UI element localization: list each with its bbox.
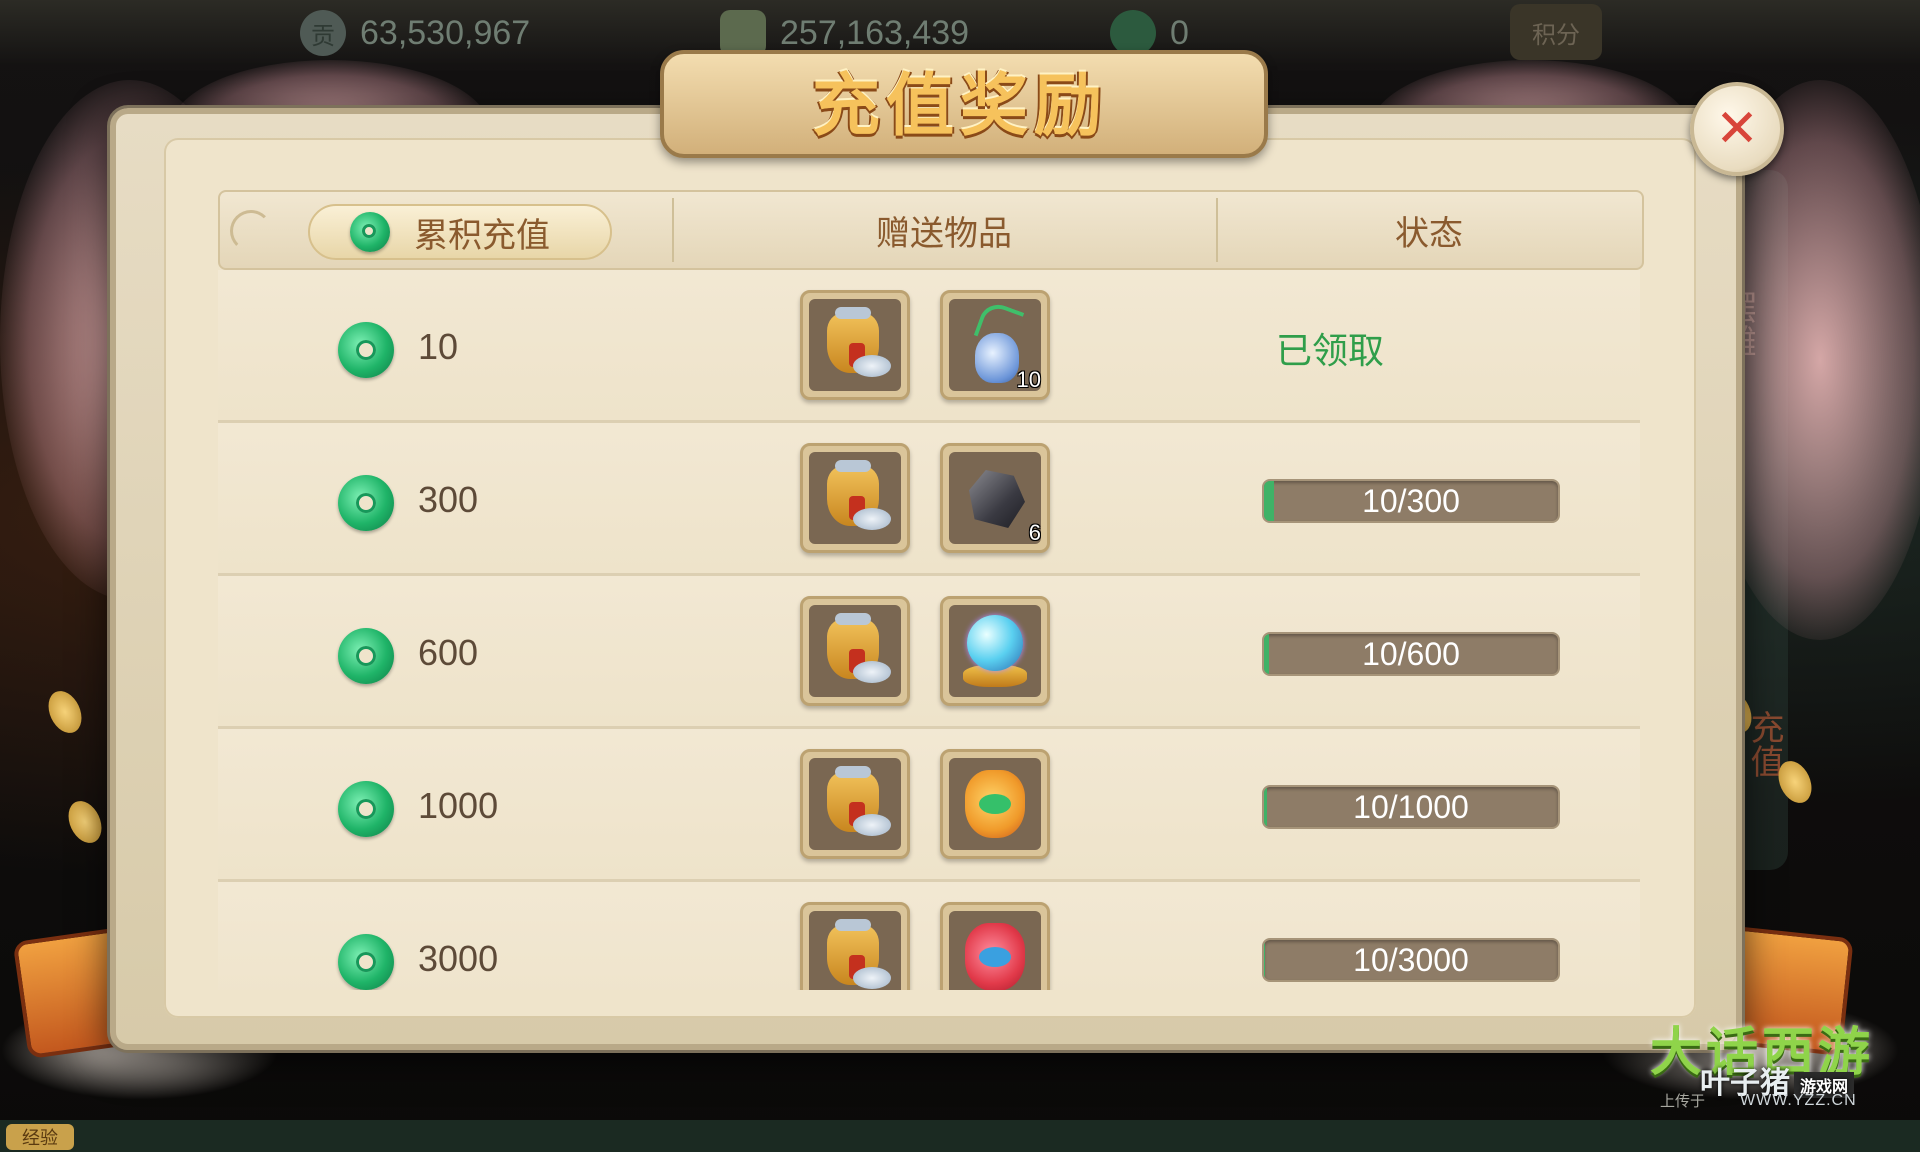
silver-money-bag-icon bbox=[809, 452, 901, 544]
jade-currency-icon bbox=[338, 781, 394, 837]
gift-items-header: 赠送物品 bbox=[672, 192, 1216, 268]
progress-bar: 10/3000 bbox=[1262, 938, 1560, 982]
recharge-amount: 10 bbox=[418, 326, 459, 367]
claimed-status: 已领取 bbox=[1276, 331, 1385, 372]
tribute-resource: 贡 63,530,967 bbox=[300, 8, 530, 58]
recharge-amount: 3000 bbox=[418, 938, 499, 979]
reward-item-slot[interactable] bbox=[940, 749, 1050, 859]
reward-row: 3000 10/3000 bbox=[218, 882, 1640, 990]
silver-money-bag-icon bbox=[809, 758, 901, 850]
cumulative-recharge-header: 累积充值 bbox=[308, 204, 612, 260]
reward-item-slot[interactable] bbox=[800, 749, 910, 859]
experience-label: 经验 bbox=[6, 1124, 74, 1150]
table-header: 累积充值 赠送物品 状态 bbox=[218, 190, 1644, 270]
silver-money-bag-icon bbox=[809, 299, 901, 391]
reward-item-slot[interactable] bbox=[800, 596, 910, 706]
dialog-title: 充值奖励 bbox=[811, 65, 1108, 146]
gift-items-label: 赠送物品 bbox=[876, 213, 1012, 254]
item-count: 10 bbox=[1016, 367, 1041, 392]
golden-lucky-bag-icon bbox=[949, 758, 1041, 850]
silver-money-bag-icon bbox=[809, 605, 901, 697]
tribute-amount: 63,530,967 bbox=[360, 13, 531, 52]
recharge-amount: 300 bbox=[418, 479, 479, 520]
jade-currency-icon bbox=[350, 212, 390, 252]
jade-currency-icon bbox=[338, 628, 394, 684]
reward-item-slot[interactable] bbox=[800, 902, 910, 990]
jade-currency-icon bbox=[338, 475, 394, 531]
score-button[interactable]: 积分 bbox=[1510, 4, 1602, 60]
silver-money-bag-icon bbox=[809, 911, 901, 990]
progress-text: 10/3000 bbox=[1353, 941, 1469, 978]
reward-item-slot[interactable] bbox=[940, 596, 1050, 706]
progress-text: 10/300 bbox=[1362, 482, 1460, 519]
experience-bar bbox=[0, 1120, 1920, 1152]
reward-item-slot[interactable]: 6 bbox=[940, 443, 1050, 553]
reward-list[interactable]: 10 10 已领取 300 6 10/300 600 10/600 1000 1… bbox=[218, 270, 1640, 990]
progress-bar: 10/600 bbox=[1262, 632, 1560, 676]
progress-bar: 10/300 bbox=[1262, 479, 1560, 523]
progress-text: 10/600 bbox=[1362, 635, 1460, 672]
recharge-amount: 1000 bbox=[418, 785, 499, 826]
upload-label: 上传于 bbox=[1660, 1092, 1706, 1110]
reward-item-slot[interactable] bbox=[800, 443, 910, 553]
cumulative-recharge-label: 累积充值 bbox=[414, 215, 550, 256]
jade-currency-icon bbox=[338, 934, 394, 990]
jade-currency-icon bbox=[338, 322, 394, 378]
reward-item-slot[interactable]: 10 bbox=[940, 290, 1050, 400]
black-ore-icon bbox=[949, 452, 1041, 544]
reward-item-slot[interactable] bbox=[800, 290, 910, 400]
status-label: 状态 bbox=[1395, 213, 1463, 254]
item-count: 6 bbox=[1028, 520, 1041, 545]
reward-row: 600 10/600 bbox=[218, 576, 1640, 729]
tribute-coin-icon: 贡 bbox=[300, 10, 346, 56]
recharge-amount: 600 bbox=[418, 632, 479, 673]
close-icon: ✕ bbox=[1715, 99, 1759, 159]
progress-bar: 10/1000 bbox=[1262, 785, 1560, 829]
reward-row: 10 10 已领取 bbox=[218, 270, 1640, 423]
crystal-orb-icon bbox=[949, 605, 1041, 697]
status-header: 状态 bbox=[1216, 192, 1642, 268]
watermark-url: WWW.YZZ.CN bbox=[1740, 1092, 1857, 1109]
red-lucky-bag-icon bbox=[949, 911, 1041, 990]
corner-ornament bbox=[230, 210, 272, 252]
close-button[interactable]: ✕ bbox=[1690, 82, 1784, 176]
reward-row: 300 6 10/300 bbox=[218, 423, 1640, 576]
reward-item-slot[interactable] bbox=[940, 902, 1050, 990]
progress-text: 10/1000 bbox=[1353, 788, 1469, 825]
reward-row: 1000 10/1000 bbox=[218, 729, 1640, 882]
